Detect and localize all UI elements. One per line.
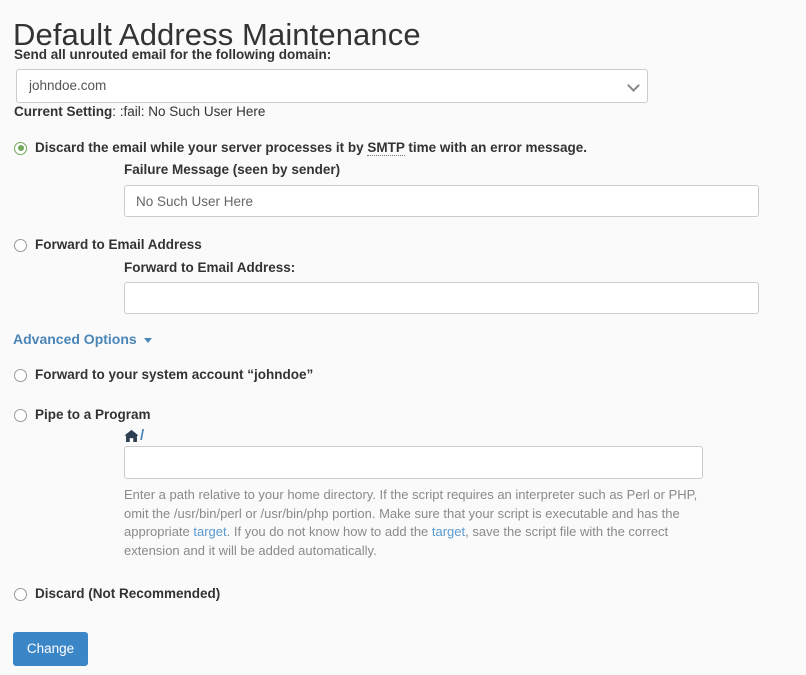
radio-label-pipe-program: Pipe to a Program [35, 407, 151, 422]
pipe-program-input[interactable] [124, 446, 703, 479]
help-text-part-2: . If you do not know how to add the [226, 524, 432, 539]
advanced-options-label: Advanced Options [13, 331, 137, 347]
default-address-maintenance-page: Default Address Maintenance Send all unr… [0, 0, 806, 675]
caret-down-icon [143, 337, 152, 343]
forward-email-sub-label: Forward to Email Address: [124, 260, 296, 275]
radio-button-pipe-program[interactable] [14, 408, 27, 422]
radio-label-discard-smtp: Discard the email while your server proc… [35, 139, 587, 157]
discard-smtp-text-before: Discard the email while your server proc… [35, 140, 368, 155]
failure-message-input[interactable] [124, 185, 759, 217]
failure-message-label: Failure Message (seen by sender) [124, 162, 341, 177]
radio-button-forward-system[interactable] [14, 368, 27, 382]
radio-option-pipe-program[interactable]: Pipe to a Program [14, 406, 151, 424]
radio-option-discard[interactable]: Discard (Not Recommended) [14, 585, 220, 603]
forward-email-input[interactable] [124, 282, 759, 314]
home-icon [124, 429, 139, 443]
radio-button-discard-smtp[interactable] [14, 141, 27, 155]
current-setting-label: Current Setting [14, 104, 113, 119]
help-link-target-2[interactable]: target [432, 524, 465, 539]
radio-option-forward-email[interactable]: Forward to Email Address [14, 236, 202, 254]
current-setting-value: :fail: No Such User Here [119, 104, 266, 119]
current-setting-separator: : [112, 104, 120, 119]
radio-option-discard-smtp[interactable]: Discard the email while your server proc… [14, 139, 587, 157]
domain-select-label: Send all unrouted email for the followin… [14, 47, 332, 62]
radio-label-forward-system: Forward to your system account “johndoe” [35, 367, 314, 382]
smtp-abbr[interactable]: SMTP [367, 140, 405, 156]
discard-smtp-text-after: time with an error message. [404, 140, 587, 155]
radio-label-forward-email: Forward to Email Address [35, 237, 202, 252]
radio-option-forward-system[interactable]: Forward to your system account “johndoe” [14, 366, 313, 384]
home-directory-path: / [124, 428, 144, 444]
radio-button-forward-email[interactable] [14, 238, 27, 252]
change-button[interactable]: Change [13, 632, 88, 666]
current-setting: Current Setting: :fail: No Such User Her… [14, 103, 265, 121]
radio-label-discard: Discard (Not Recommended) [35, 586, 221, 601]
advanced-options-toggle[interactable]: Advanced Options [13, 330, 152, 348]
domain-select[interactable]: johndoe.com [16, 69, 648, 103]
radio-button-discard[interactable] [14, 587, 27, 601]
pipe-program-help-text: Enter a path relative to your home direc… [124, 486, 702, 560]
help-link-target-1[interactable]: target [193, 524, 226, 539]
path-separator: / [140, 427, 145, 444]
